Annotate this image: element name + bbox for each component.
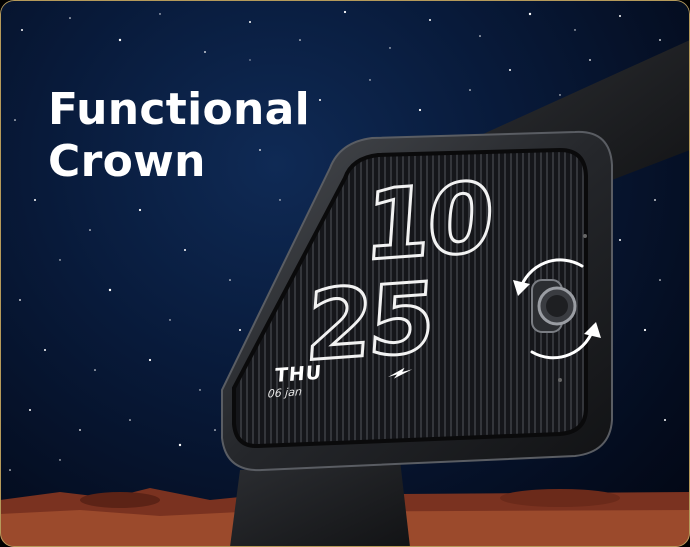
day-label: THU — [274, 361, 323, 388]
product-banner: Functional Crown 10 25 THU 06 jan — [0, 0, 690, 547]
strap-bottom — [230, 460, 410, 547]
date-label: 06 jan — [267, 385, 303, 401]
time-minutes: 25 — [301, 260, 437, 385]
watch-screen: 10 25 THU 06 jan — [266, 160, 532, 419]
time-hours: 10 — [359, 160, 495, 285]
fastrack-arrow-icon — [388, 367, 413, 379]
